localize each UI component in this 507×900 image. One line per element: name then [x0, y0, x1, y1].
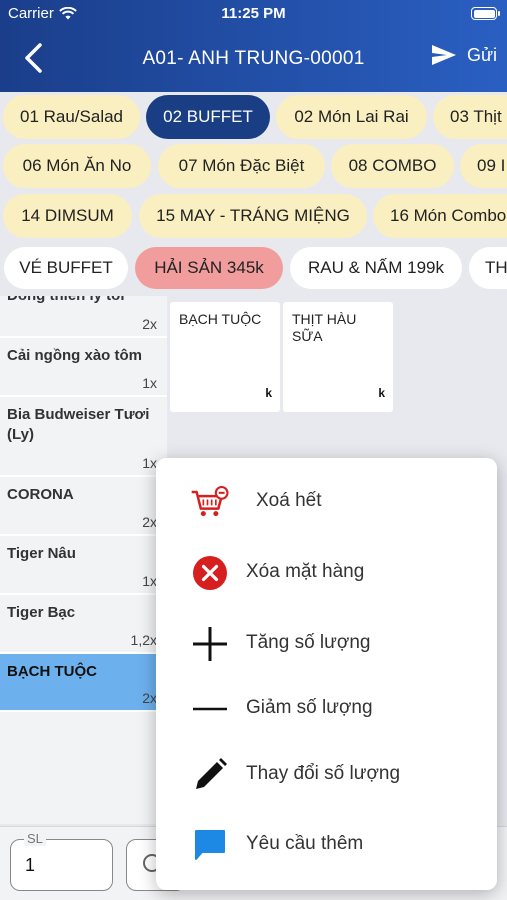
subcategory-row: VÉ BUFFET HẢI SẢN 345k RAU & NẤM 199k TH [0, 247, 507, 289]
menu-label: Giảm số lượng [246, 697, 373, 718]
category-chip-buffet[interactable]: 02 BUFFET [146, 95, 270, 139]
order-item[interactable]: Tiger Nâu 1x [0, 536, 167, 595]
message-icon [190, 825, 230, 865]
menu-label: Tăng số lượng [246, 632, 371, 653]
order-item-name: Tiger Bạc [7, 604, 76, 621]
minus-icon [190, 689, 230, 729]
order-item-name: Cải ngồng xào tôm [7, 347, 142, 364]
item-action-menu: Xoá hết Xóa mặt hàng Tăng số lượng Giảm … [156, 458, 497, 890]
order-list: Đông thiên ly tỏi 2x Cải ngồng xào tôm 1… [0, 296, 167, 824]
product-card[interactable]: THỊT HÀU SỮA k [283, 302, 393, 412]
product-card[interactable]: BẠCH TUỘC k [170, 302, 280, 412]
category-chip-mon-combo[interactable]: 16 Món Combo [373, 194, 507, 238]
order-item-qty: 1x [142, 573, 157, 589]
send-button[interactable]: Gửi [431, 44, 497, 66]
order-item-qty: 2x [142, 316, 157, 332]
delete-circle-icon [190, 553, 230, 593]
order-item-name: Bia Budweiser Tươi (Ly) [7, 406, 150, 443]
order-item-name: Đông thiên ly tỏi [7, 296, 162, 306]
subcategory-hai-san[interactable]: HẢI SẢN 345k [135, 247, 283, 289]
menu-increase-qty[interactable]: Tăng số lượng [156, 614, 497, 674]
status-bar: Carrier 11:25 PM [0, 0, 507, 28]
subcategory-rau-nam[interactable]: RAU & NẤM 199k [290, 247, 462, 289]
category-chip-mon-lai-rai[interactable]: 02 Món Lai Rai [276, 95, 427, 139]
order-item-name: BẠCH TUỘC [7, 663, 97, 680]
pencil-icon [190, 755, 230, 795]
order-item-selected[interactable]: BẠCH TUỘC 2x [0, 654, 167, 712]
order-item[interactable]: Tiger Bạc 1,2x [0, 595, 167, 654]
category-chip-dimsum[interactable]: 14 DIMSUM [3, 194, 132, 238]
order-item[interactable]: Bia Budweiser Tươi (Ly) 1x [0, 397, 167, 477]
order-item-qty: 1,2x [130, 632, 157, 648]
category-row-1: 01 Rau/Salad 02 BUFFET 02 Món Lai Rai 03… [0, 95, 507, 139]
category-chip-mon-an-no[interactable]: 06 Món Ăn No [3, 144, 151, 188]
category-chip-09[interactable]: 09 I [460, 144, 507, 188]
menu-label: Xóa mặt hàng [246, 561, 365, 582]
menu-label: Xoá hết [256, 490, 322, 511]
plus-icon [190, 624, 230, 664]
app-header: Carrier 11:25 PM A01- ANH TRUNG-00001 Gử… [0, 0, 507, 92]
menu-decrease-qty[interactable]: Giảm số lượng [156, 679, 497, 739]
cart-remove-icon [190, 482, 230, 522]
order-item-qty: 2x [142, 690, 157, 706]
order-item-name: Tiger Nâu [7, 545, 76, 562]
order-item[interactable]: Cải ngồng xào tôm 1x [0, 338, 167, 397]
menu-label: Yêu cầu thêm [246, 833, 364, 854]
menu-delete-item[interactable]: Xóa mặt hàng [156, 543, 497, 603]
status-time: 11:25 PM [221, 5, 286, 22]
nav-bar: A01- ANH TRUNG-00001 Gửi [0, 36, 507, 80]
product-name: BẠCH TUỘC [179, 311, 262, 327]
subcategory-ve-buffet[interactable]: VÉ BUFFET [4, 247, 128, 289]
send-label: Gửi [466, 44, 497, 65]
category-row-3: 14 DIMSUM 15 MAY - TRÁNG MIỆNG 16 Món Co… [0, 194, 507, 238]
quantity-field[interactable]: 1 [10, 839, 113, 891]
menu-change-qty[interactable]: Thay đổi số lượng [156, 745, 497, 805]
order-item[interactable]: Đông thiên ly tỏi 2x [0, 296, 167, 338]
category-chip-mon-dac-biet[interactable]: 07 Món Đặc Biệt [158, 144, 325, 188]
product-price: k [265, 386, 272, 400]
product-price: k [378, 386, 385, 400]
subcategory-th[interactable]: TH [469, 247, 507, 289]
category-row-2: 06 Món Ăn No 07 Món Đặc Biệt 08 COMBO 09… [0, 144, 507, 188]
category-chip-thit[interactable]: 03 Thịt [433, 95, 507, 139]
product-name: THỊT HÀU SỮA [292, 311, 357, 344]
quantity-label: SL [24, 831, 46, 846]
order-item-qty: 2x [142, 514, 157, 530]
order-item[interactable]: CORONA 2x [0, 477, 167, 536]
menu-clear-all[interactable]: Xoá hết [156, 472, 497, 532]
order-item-qty: 1x [142, 455, 157, 471]
menu-request-more[interactable]: Yêu cầu thêm [156, 815, 497, 875]
battery-icon [471, 7, 500, 20]
send-icon [431, 45, 456, 65]
category-chip-combo[interactable]: 08 COMBO [331, 144, 454, 188]
order-item-name: CORONA [7, 486, 74, 503]
order-item-qty: 1x [142, 375, 157, 391]
category-chip-trang-mieng[interactable]: 15 MAY - TRÁNG MIỆNG [139, 194, 367, 238]
category-chip-rau-salad[interactable]: 01 Rau/Salad [3, 95, 140, 139]
menu-label: Thay đổi số lượng [246, 763, 401, 784]
